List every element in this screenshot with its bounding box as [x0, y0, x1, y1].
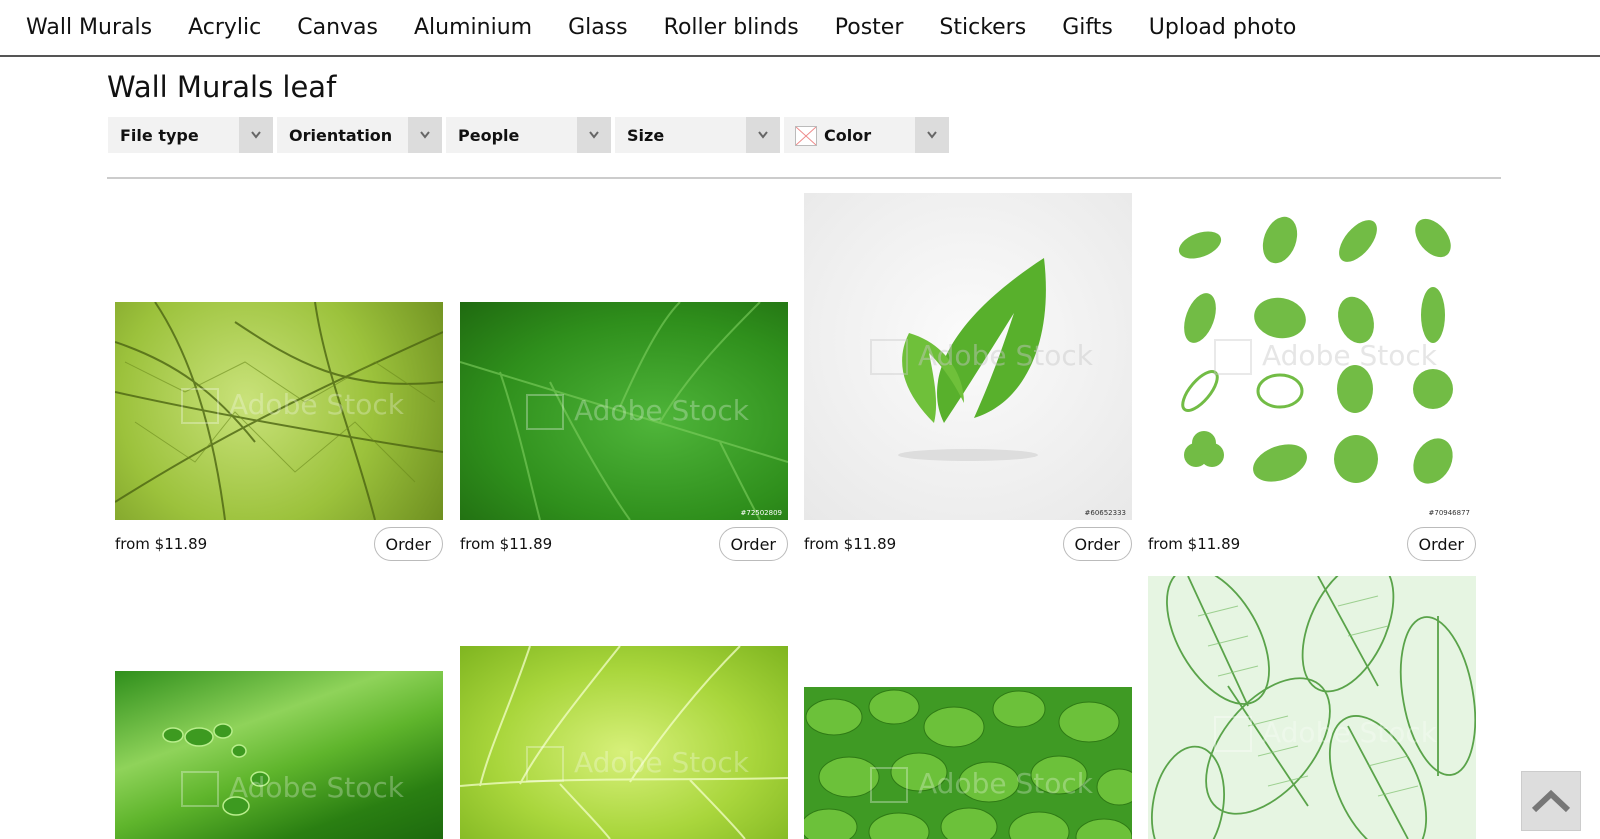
price-label: from $11.89 [804, 535, 897, 553]
stock-id: #60652333 [1084, 509, 1127, 517]
nav-poster[interactable]: Poster [835, 15, 904, 40]
product-image[interactable]: Adobe Stock #70946877 [1148, 193, 1476, 520]
page-title: Wall Murals leaf [107, 70, 337, 104]
watermark: Adobe Stock [181, 388, 404, 424]
product-image[interactable]: Adobe Stock [115, 302, 443, 520]
order-button[interactable]: Order [718, 527, 788, 561]
product-image[interactable]: Adobe Stock [1148, 576, 1476, 839]
top-navigation: Wall Murals Acrylic Canvas Aluminium Gla… [0, 0, 1600, 57]
product-image[interactable]: Adobe Stock #72502809 [460, 302, 788, 520]
nav-aluminium[interactable]: Aluminium [414, 15, 532, 40]
filter-bar: File type Orientation People Size Color [108, 117, 949, 153]
watermark: Adobe Stock [526, 746, 749, 782]
chevron-down-icon [239, 117, 273, 153]
order-button[interactable]: Order [1062, 527, 1132, 561]
filter-orientation[interactable]: Orientation [277, 117, 442, 153]
watermark: Adobe Stock [1214, 339, 1437, 375]
watermark: Adobe Stock [870, 767, 1093, 803]
filter-label: Color [824, 126, 872, 145]
chevron-up-icon [1531, 789, 1571, 813]
order-button[interactable]: Order [373, 527, 443, 561]
filter-size[interactable]: Size [615, 117, 780, 153]
product-image[interactable]: Adobe Stock [115, 671, 443, 839]
product-image[interactable]: Adobe Stock [804, 687, 1132, 839]
nav-roller-blinds[interactable]: Roller blinds [664, 15, 799, 40]
back-to-top-button[interactable] [1521, 771, 1581, 831]
chevron-down-icon [915, 117, 949, 153]
stock-id: #70946877 [1428, 509, 1471, 517]
nav-acrylic[interactable]: Acrylic [188, 15, 261, 40]
chevron-down-icon [408, 117, 442, 153]
filter-color[interactable]: Color [784, 117, 949, 153]
filter-label: Orientation [289, 126, 393, 145]
watermark: Adobe Stock [526, 394, 749, 430]
chevron-down-icon [577, 117, 611, 153]
watermark: Adobe Stock [870, 339, 1093, 375]
divider [107, 177, 1501, 179]
filter-people[interactable]: People [446, 117, 611, 153]
no-color-swatch-icon [795, 126, 817, 146]
filter-label: People [458, 126, 520, 145]
filter-label: Size [627, 126, 665, 145]
product-image[interactable]: Adobe Stock #60652333 [804, 193, 1132, 520]
price-label: from $11.89 [115, 535, 208, 553]
filter-file-type[interactable]: File type [108, 117, 273, 153]
nav-upload-photo[interactable]: Upload photo [1149, 15, 1297, 40]
nav-canvas[interactable]: Canvas [297, 15, 378, 40]
chevron-down-icon [746, 117, 780, 153]
price-label: from $11.89 [1148, 535, 1241, 553]
watermark: Adobe Stock [181, 771, 404, 807]
product-image[interactable]: Adobe Stock [460, 646, 788, 839]
order-button[interactable]: Order [1406, 527, 1476, 561]
stock-id: #72502809 [740, 509, 783, 517]
nav-wall-murals[interactable]: Wall Murals [26, 15, 152, 40]
watermark: Adobe Stock [1214, 716, 1437, 752]
filter-label: File type [120, 126, 199, 145]
price-label: from $11.89 [460, 535, 553, 553]
nav-glass[interactable]: Glass [568, 15, 628, 40]
nav-stickers[interactable]: Stickers [939, 15, 1026, 40]
nav-gifts[interactable]: Gifts [1062, 15, 1113, 40]
